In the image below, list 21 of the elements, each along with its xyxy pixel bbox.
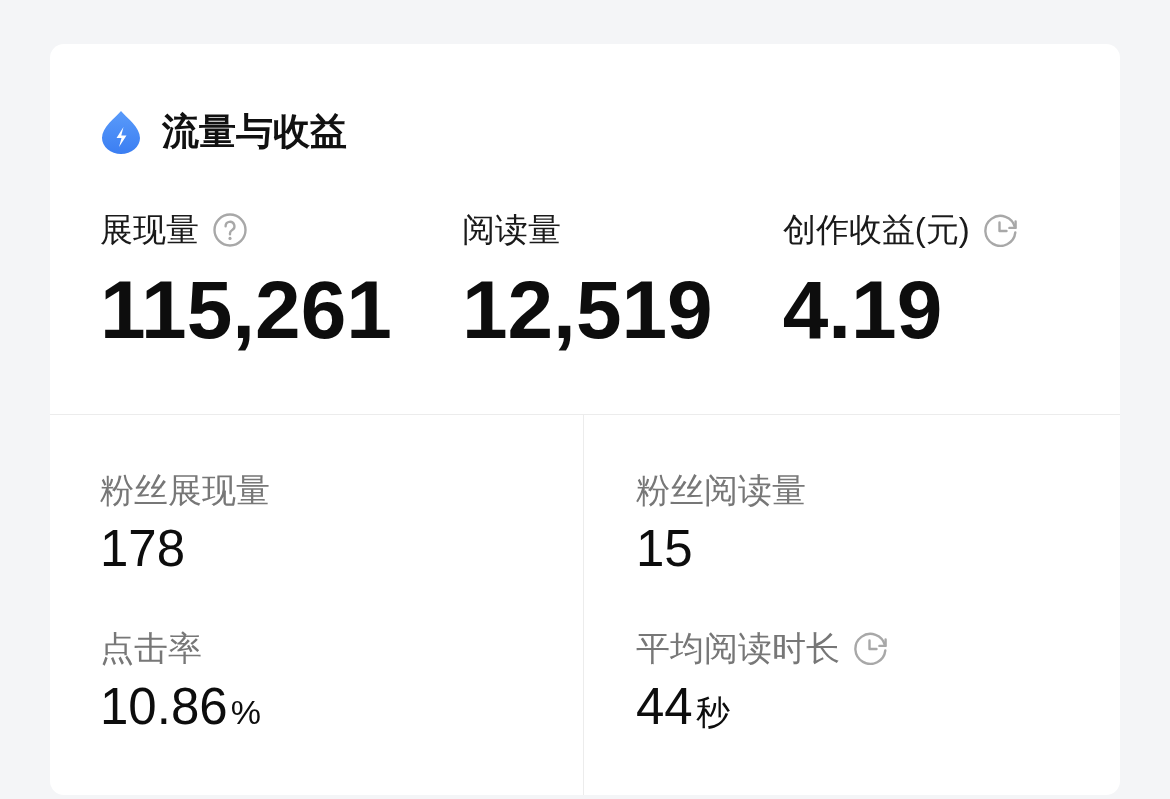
clock-icon: [983, 213, 1018, 247]
metric-label: 阅读量: [461, 210, 561, 250]
unit-label: %: [230, 692, 261, 732]
card-title: 流量与收益: [162, 111, 347, 153]
metric-value: 4.19: [782, 269, 943, 351]
metric-label: 展现量: [100, 210, 199, 250]
help-icon: [213, 213, 247, 247]
metric-value: 115,261: [100, 269, 392, 351]
stat-label: 点击率: [100, 628, 202, 669]
clock-icon: [854, 631, 888, 665]
stat-value: 15: [636, 519, 693, 579]
stat-value: 44: [636, 677, 693, 737]
metric-label: 创作收益(元): [782, 210, 970, 250]
drop-lightning-icon: [100, 110, 142, 154]
stat-value: 10.86: [100, 677, 228, 737]
stat-label: 平均阅读时长: [636, 628, 840, 669]
unit-label: 秒: [695, 692, 730, 732]
stat-label: 粉丝展现量: [100, 470, 270, 511]
metric-value: 12,519: [461, 269, 713, 351]
stat-label: 粉丝阅读量: [636, 470, 806, 511]
stat-value: 178: [100, 519, 186, 579]
